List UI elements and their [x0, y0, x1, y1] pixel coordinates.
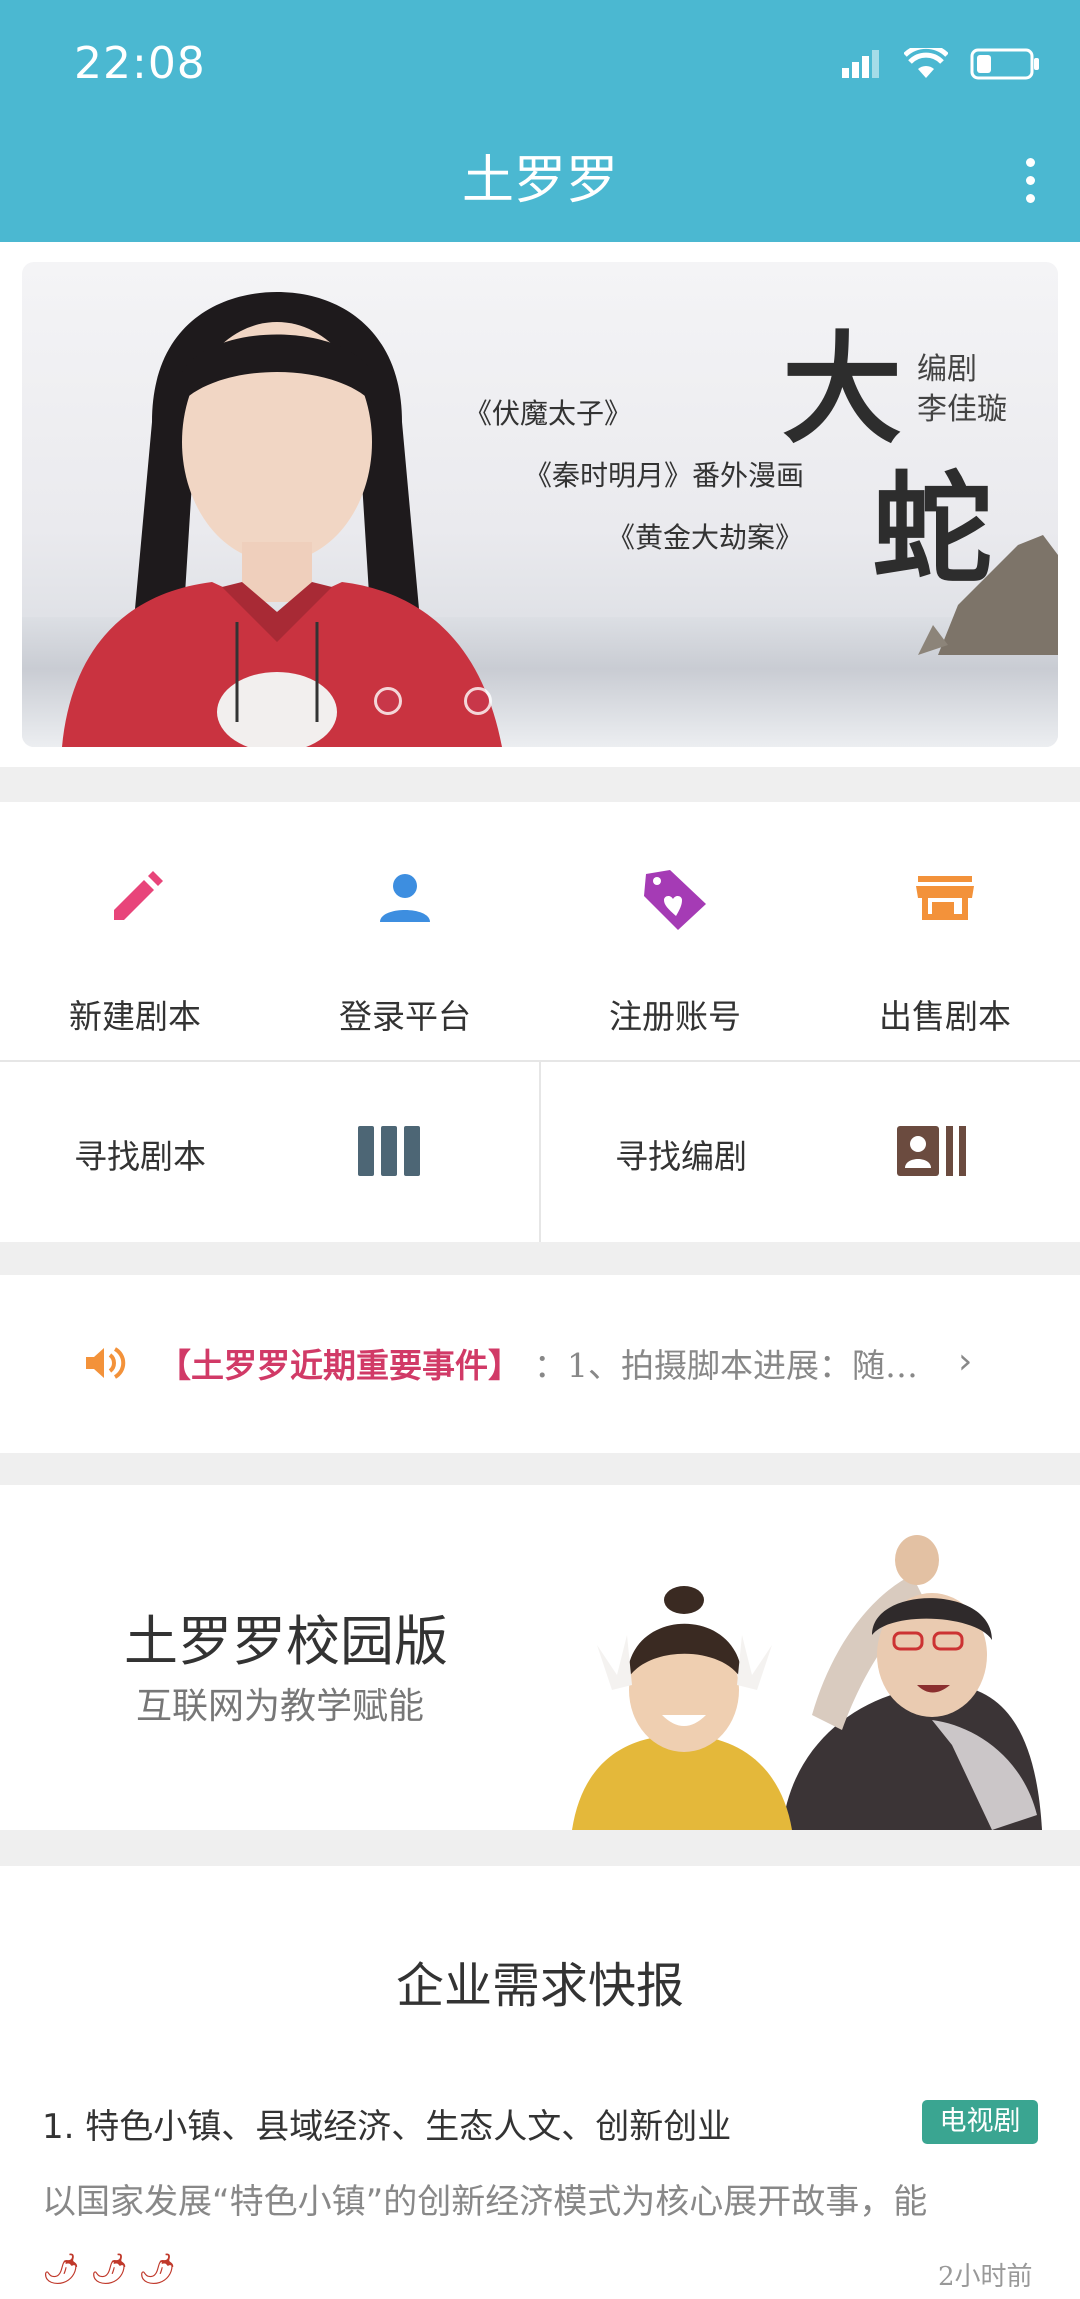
campus-illustration [572, 1535, 1042, 1830]
carousel-indicators [374, 687, 492, 715]
notice-title: 【土罗罗近期重要事件】 [158, 1346, 521, 1385]
news-item-description[interactable]: 以国家发展“特色小镇”的创新经济模式为核心展开故事，能 [42, 2174, 1042, 2223]
register-label: 注册账号 [609, 997, 741, 1036]
banner-work-2: 《秦时明月》番外漫画 [524, 459, 805, 492]
pencil-icon [114, 871, 163, 920]
news-heading: 企业需求快报 [395, 1958, 684, 2014]
store-icon [916, 876, 974, 920]
banner-title-char-2: 蛇 [872, 459, 992, 600]
battery-icon [970, 48, 1039, 80]
banner-portrait [62, 292, 502, 747]
wifi-icon [904, 48, 948, 78]
news-item-title[interactable]: 1. 特色小镇、县域经济、生态人文、创新创业 [42, 2099, 731, 2148]
login-button[interactable]: 登录平台 [270, 802, 540, 1060]
banner-carousel[interactable]: 大 蛇 编剧 李佳璇 《伏魔太子》 《秦时明月》番外漫画 《黄金大劫案》 [22, 262, 1058, 747]
chevron-right-icon[interactable]: › [958, 1341, 972, 1382]
banner-work-3: 《黄金大劫案》 [607, 521, 804, 554]
carousel-dot[interactable] [374, 687, 402, 715]
more-menu-icon[interactable] [1020, 158, 1040, 208]
sell-script-button[interactable]: 出售剧本 [810, 802, 1080, 1060]
status-icons [842, 48, 1040, 80]
notice-text: ：1、拍摄脚本进展：随… [534, 1346, 918, 1385]
pepper-rating: 🌶🌶🌶 [42, 2252, 187, 2287]
columns-icon [358, 1126, 420, 1176]
campus-title: 土罗罗校园版 [124, 1610, 448, 1673]
person-icon [380, 874, 430, 922]
new-script-button[interactable]: 新建剧本 [0, 802, 270, 1060]
contact-card-icon [897, 1126, 966, 1176]
status-time: 22:08 [74, 38, 206, 89]
banner-section: 大 蛇 编剧 李佳璇 《伏魔太子》 《秦时明月》番外漫画 《黄金大劫案》 [0, 242, 1080, 767]
app-title: 土罗罗 [461, 151, 618, 211]
banner-credit: 编剧 李佳璇 [917, 350, 1007, 430]
news-item-time: 2小时前 [938, 2262, 1033, 2292]
status-bar: 22:08 [0, 0, 1080, 120]
find-writer-label: 寻找编剧 [615, 1137, 747, 1176]
app-bar: 土罗罗 [0, 120, 1080, 242]
campus-subtitle: 互联网为教学赋能 [136, 1686, 425, 1727]
news-item-tag: 电视剧 [922, 2100, 1038, 2144]
login-label: 登录平台 [339, 997, 471, 1036]
new-script-label: 新建剧本 [69, 997, 201, 1036]
banner-credit-role: 编剧 [917, 352, 977, 387]
signal-icon [842, 50, 879, 78]
enterprise-news-section: 企业需求快报 1. 特色小镇、县域经济、生态人文、创新创业 电视剧 以国家发展“… [0, 1866, 1080, 2299]
register-button[interactable]: 注册账号 [540, 802, 810, 1060]
speaker-icon [86, 1347, 126, 1379]
quick-actions-grid: 新建剧本 登录平台 注册账号 出售剧本 寻找剧本 寻找编剧 [0, 802, 1080, 1242]
banner-credit-name: 李佳璇 [917, 392, 1007, 427]
find-writer-button[interactable]: 寻找编剧 [541, 1062, 1079, 1242]
banner-work-1: 《伏魔太子》 [464, 397, 633, 430]
notice-bar[interactable]: 【土罗罗近期重要事件】 ：1、拍摄脚本进展：随… › [0, 1275, 1080, 1453]
carousel-dot[interactable] [464, 687, 492, 715]
campus-promo[interactable]: 土罗罗校园版 互联网为教学赋能 [0, 1485, 1080, 1830]
tag-heart-icon [644, 870, 706, 930]
sell-script-label: 出售剧本 [879, 997, 1011, 1036]
find-script-label: 寻找剧本 [74, 1137, 206, 1176]
find-script-button[interactable]: 寻找剧本 [0, 1062, 538, 1242]
